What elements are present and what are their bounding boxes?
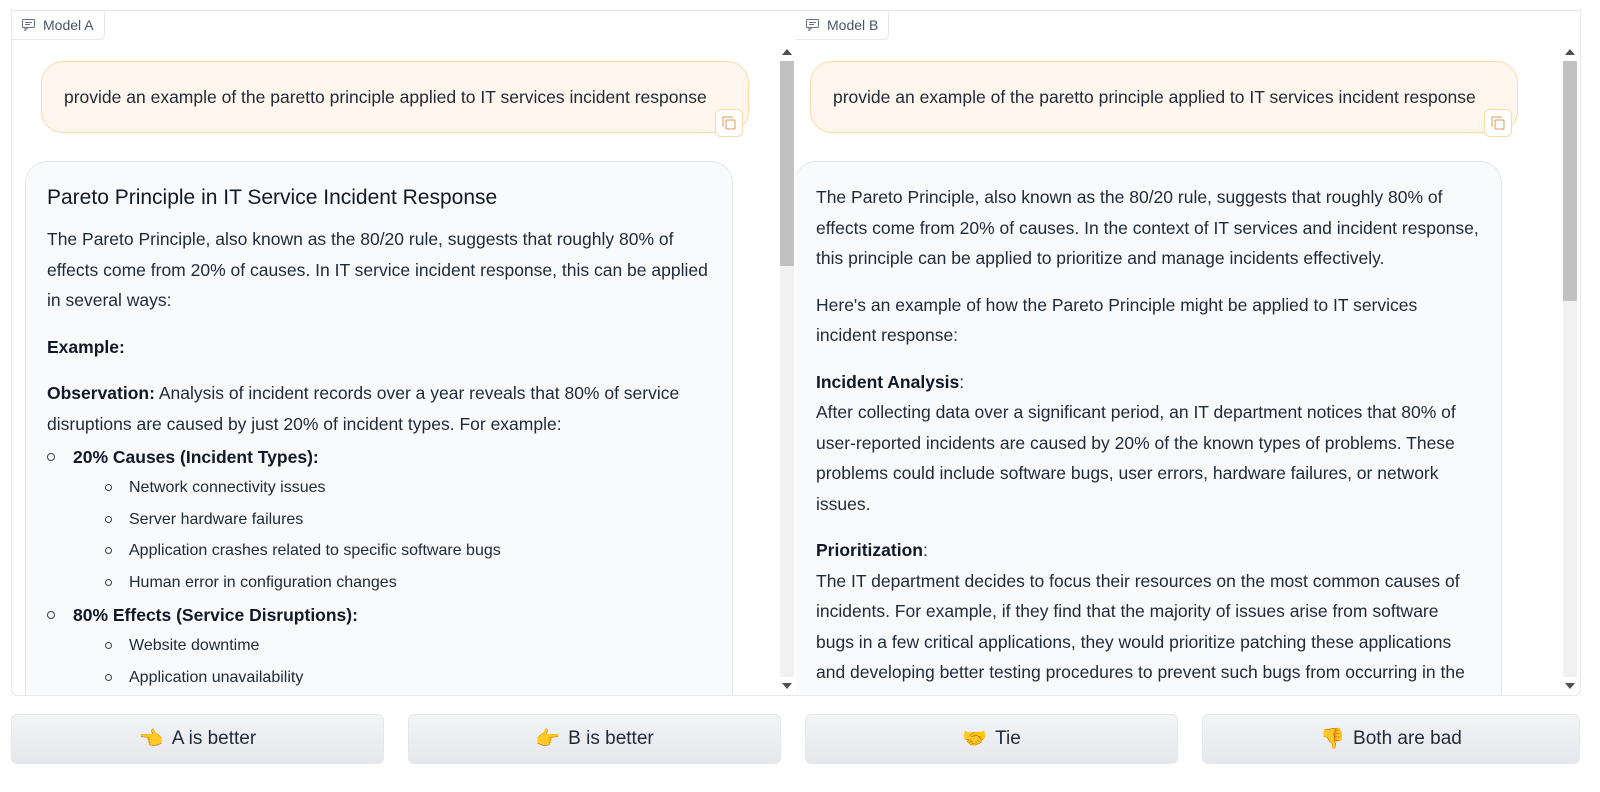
- prioritization-paragraph: Prioritization: The IT department decides…: [816, 535, 1481, 695]
- causes-label: 20% Causes (Incident Types):: [73, 447, 319, 467]
- response-paragraph: The Pareto Principle, also known as the …: [816, 187, 1479, 268]
- list-item: Network connectivity issues: [99, 477, 712, 499]
- list-item: Application crashes related to specific …: [99, 540, 712, 562]
- list-item: 20% Causes (Incident Types): Network con…: [47, 445, 712, 594]
- observation-label: Observation:: [47, 383, 155, 403]
- scroll-down-arrow[interactable]: [1565, 683, 1575, 689]
- scroll-thumb[interactable]: [780, 61, 794, 266]
- effects-label: 80% Effects (Service Disruptions):: [73, 605, 358, 625]
- response-heading: Pareto Principle in IT Service Incident …: [47, 186, 498, 209]
- model-a-name: Model A: [43, 17, 94, 33]
- scroll-down-arrow[interactable]: [782, 683, 792, 689]
- scroll-thumb[interactable]: [1563, 61, 1577, 301]
- tie-button[interactable]: 🤝 Tie: [805, 714, 1178, 764]
- copy-icon: [1491, 116, 1505, 130]
- analysis-paragraph: Incident Analysis: After collecting data …: [816, 371, 1456, 514]
- scroll-up-arrow[interactable]: [1565, 49, 1575, 55]
- model-a-panel: Model A provide an example of the parett…: [11, 10, 798, 696]
- model-b-chat[interactable]: provide an example of the paretto princi…: [796, 51, 1580, 695]
- point-right-icon: 👉: [535, 728, 561, 750]
- example-label: Example:: [47, 336, 125, 357]
- response-paragraph: Here's an example of how the Pareto Prin…: [816, 294, 1418, 346]
- copy-button[interactable]: [1484, 109, 1512, 137]
- list-item: 80% Effects (Service Disruptions): Websi…: [47, 603, 712, 689]
- point-left-icon: 👈: [138, 728, 164, 750]
- assistant-message: The Pareto Principle, also known as the …: [796, 161, 1502, 695]
- a-is-better-button[interactable]: 👈 A is better: [11, 714, 384, 764]
- user-message: provide an example of the paretto princi…: [810, 61, 1518, 133]
- model-a-chat[interactable]: provide an example of the paretto princi…: [12, 51, 797, 695]
- user-message: provide an example of the paretto princi…: [41, 61, 749, 133]
- user-message-text: provide an example of the paretto princi…: [64, 86, 707, 107]
- model-b-panel: Model B provide an example of the parett…: [796, 10, 1581, 696]
- chat-icon: [22, 19, 35, 31]
- chat-icon: [806, 19, 819, 31]
- handshake-icon: 🤝: [962, 728, 988, 750]
- prioritization-label: Prioritization: [816, 540, 923, 560]
- copy-button[interactable]: [715, 109, 743, 137]
- observation-paragraph: Observation: Analysis of incident record…: [47, 378, 712, 439]
- response-intro: The Pareto Principle, also known as the …: [47, 229, 708, 310]
- model-b-label: Model B: [796, 11, 890, 40]
- thumbs-down-icon: 👎: [1320, 728, 1346, 750]
- list-item: Server hardware failures: [99, 509, 712, 531]
- copy-icon: [722, 116, 736, 130]
- both-are-bad-label: Both are bad: [1353, 728, 1462, 749]
- list-item: Website downtime: [99, 635, 712, 657]
- user-message-text: provide an example of the paretto princi…: [833, 86, 1476, 107]
- model-a-label: Model A: [12, 11, 105, 40]
- analysis-label: Incident Analysis: [816, 371, 960, 392]
- a-is-better-label: A is better: [171, 728, 257, 749]
- cause-effect-list: 20% Causes (Incident Types): Network con…: [47, 445, 712, 689]
- model-b-scrollbar[interactable]: [1562, 43, 1578, 695]
- tie-label: Tie: [995, 728, 1021, 749]
- analysis-text: After collecting data over a significant…: [816, 402, 1456, 514]
- model-a-scrollbar[interactable]: [779, 43, 795, 695]
- b-is-better-label: B is better: [568, 728, 654, 749]
- list-item: Human error in configuration changes: [99, 572, 712, 594]
- model-b-name: Model B: [827, 17, 879, 33]
- scroll-up-arrow[interactable]: [782, 49, 792, 55]
- list-item: Application unavailability: [99, 667, 712, 689]
- prioritization-text: The IT department decides to focus their…: [816, 570, 1465, 696]
- b-is-better-button[interactable]: 👉 B is better: [408, 714, 781, 764]
- both-are-bad-button[interactable]: 👎 Both are bad: [1202, 714, 1580, 764]
- assistant-message: Pareto Principle in IT Service Incident …: [25, 161, 733, 695]
